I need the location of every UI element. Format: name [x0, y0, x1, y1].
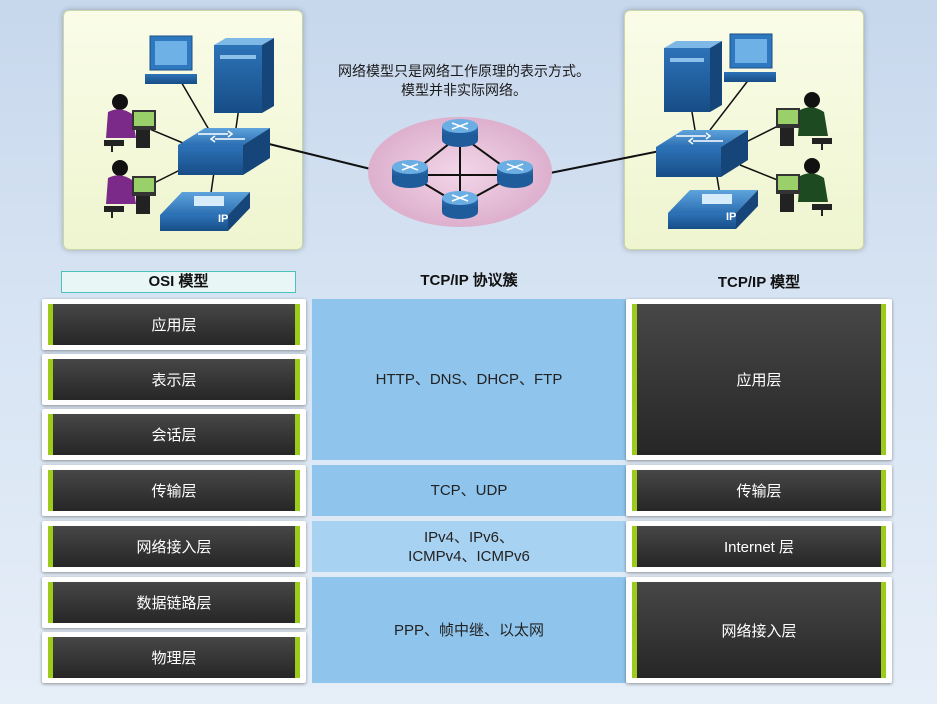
tcpip-layer-transport: 传输层 [626, 465, 892, 516]
osi-layer-label: 会话层 [48, 414, 300, 455]
ip-phone-label: IP [726, 211, 736, 223]
protocol-band-transport: TCP、UDP [312, 465, 626, 516]
router-icon [442, 191, 478, 219]
tcpip-protocol-suite-header: TCP/IP 协议簇 [420, 272, 518, 289]
osi-layer-data-link: 数据链路层 [42, 577, 306, 628]
osi-layer-transport: 传输层 [42, 465, 306, 516]
user-workstation-icon [776, 92, 832, 150]
caption-line-1: 网络模型只是网络工作原理的表示方式。 [338, 63, 590, 79]
ip-phone-icon: IP [160, 192, 250, 231]
protocol-band-label: HTTP、DNS、DHCP、FTP [375, 371, 563, 388]
osi-layer-label: 传输层 [48, 470, 300, 511]
osi-layer-label: 应用层 [48, 304, 300, 345]
osi-layer-network: 网络接入层 [42, 521, 306, 572]
tcpip-layer-application: 应用层 [626, 299, 892, 460]
osi-layer-label: 网络接入层 [48, 526, 300, 567]
switch-icon [178, 128, 270, 175]
network-illustration: IP IP [104, 33, 832, 231]
server-icon [214, 38, 274, 113]
router-icon [392, 160, 428, 188]
protocol-band-application: HTTP、DNS、DHCP、FTP [312, 299, 626, 460]
osi-layer-session: 会话层 [42, 409, 306, 460]
server-icon [664, 41, 722, 112]
ip-phone-label: IP [218, 213, 228, 225]
osi-layer-physical: 物理层 [42, 632, 306, 683]
user-workstation-icon [104, 94, 156, 152]
tcpip-layer-label: 传输层 [632, 470, 886, 511]
protocol-band-label: IPv4、IPv6、 [423, 528, 515, 546]
osi-model-header: OSI 模型 [61, 271, 296, 293]
tcpip-layer-label: Internet 层 [632, 526, 886, 567]
network-model-caption: 网络模型只是网络工作原理的表示方式。 模型并非实际网络。 [300, 62, 628, 100]
osi-layer-label: 物理层 [48, 637, 300, 678]
ip-phone-icon: IP [668, 190, 758, 229]
protocol-band-label: TCP、UDP [430, 482, 508, 499]
tcpip-layer-label: 网络接入层 [632, 582, 886, 678]
user-workstation-icon [104, 160, 156, 218]
protocol-band-label: ICMPv4、ICMPv6 [408, 547, 530, 565]
tcpip-layer-label: 应用层 [632, 304, 886, 455]
tcpip-model-header: TCP/IP 模型 [717, 274, 801, 291]
desktop-computer-icon [145, 35, 197, 84]
protocol-band-label: PPP、帧中继、以太网 [393, 621, 544, 639]
osi-layer-presentation: 表示层 [42, 354, 306, 405]
protocol-band-network-access: PPP、帧中继、以太网 [312, 577, 626, 683]
desktop-computer-icon [724, 33, 776, 82]
router-icon [442, 119, 478, 147]
user-workstation-icon [776, 158, 832, 216]
protocol-band-internet: IPv4、IPv6、 ICMPv4、ICMPv6 [312, 521, 626, 572]
osi-layer-application: 应用层 [42, 299, 306, 350]
caption-line-2: 模型并非实际网络。 [401, 82, 527, 98]
tcpip-layer-network-access: 网络接入层 [626, 577, 892, 683]
switch-icon [656, 130, 748, 177]
osi-layer-label: 数据链路层 [48, 582, 300, 623]
osi-layer-label: 表示层 [48, 359, 300, 400]
tcpip-layer-internet: Internet 层 [626, 521, 892, 572]
router-icon [497, 160, 533, 188]
